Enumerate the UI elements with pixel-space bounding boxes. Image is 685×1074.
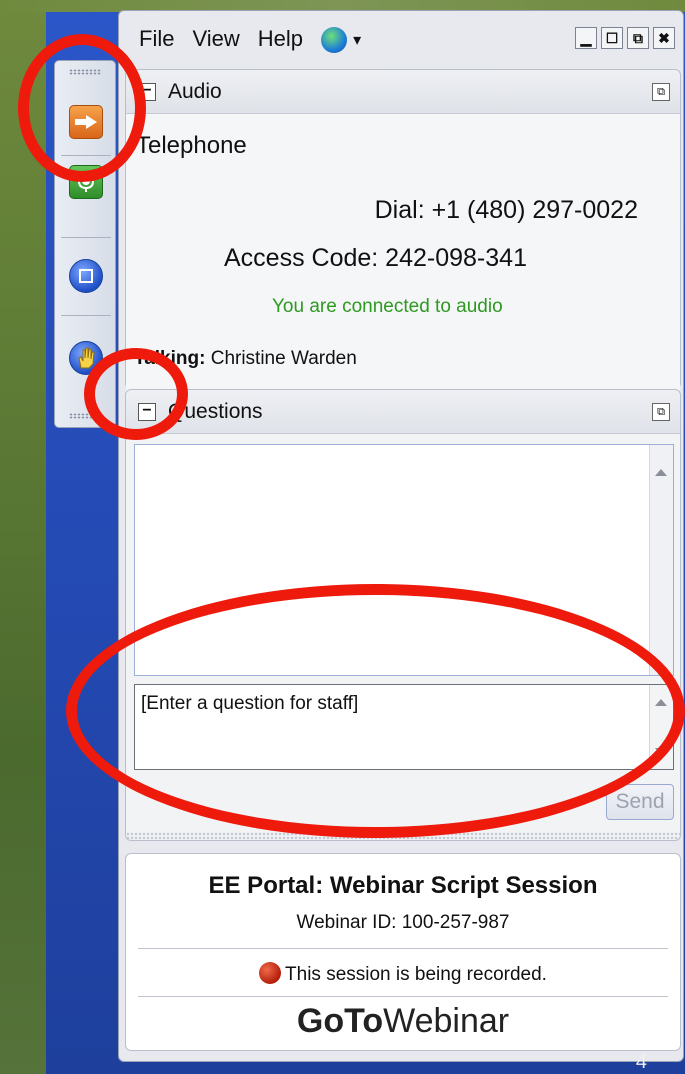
audio-pane-header: − Audio ⧉ bbox=[126, 70, 680, 114]
divider bbox=[138, 996, 668, 997]
menu-help[interactable]: Help bbox=[258, 26, 303, 52]
audio-status: You are connected to audio bbox=[272, 296, 503, 317]
recording-text: This session is being recorded. bbox=[285, 964, 547, 985]
access-code: Access Code: 242-098-341 bbox=[224, 244, 527, 272]
questions-popout-button[interactable]: ⧉ bbox=[652, 403, 670, 421]
audio-popout-button[interactable]: ⧉ bbox=[652, 83, 670, 101]
minimize-button[interactable]: ▁ bbox=[575, 27, 597, 49]
talking-name: Christine Warden bbox=[210, 348, 357, 369]
audio-pane-body: Telephone Dial: +1 (480) 297-0022 Access… bbox=[126, 114, 680, 410]
divider bbox=[138, 948, 668, 949]
menu-view[interactable]: View bbox=[192, 26, 239, 52]
gotowebinar-logo: GoToWebinar bbox=[126, 1002, 680, 1041]
audio-pane-title: Audio bbox=[168, 79, 222, 103]
language-menu[interactable]: ▾ bbox=[321, 25, 362, 53]
screen-icon bbox=[79, 269, 93, 283]
close-button[interactable]: ✖ bbox=[653, 27, 675, 49]
toolstrip-divider bbox=[61, 315, 111, 316]
logo-goto: GoTo bbox=[296, 1002, 384, 1040]
audio-mode-telephone[interactable]: Telephone bbox=[136, 132, 247, 160]
dial-number: Dial: +1 (480) 297-0022 bbox=[374, 196, 638, 224]
screen-view-button[interactable] bbox=[69, 259, 103, 293]
recording-icon bbox=[259, 962, 282, 984]
annotation-circle-collapse bbox=[84, 348, 188, 440]
recording-status: This session is being recorded. bbox=[126, 962, 680, 986]
annotation-circle-question-input bbox=[66, 584, 685, 838]
toolstrip-divider bbox=[61, 237, 111, 238]
restore-button[interactable]: ☐ bbox=[601, 27, 623, 49]
slide-page-number: 4 bbox=[635, 1051, 647, 1073]
popout-window-button[interactable]: ⧉ bbox=[627, 27, 649, 49]
questions-pane-header: − Questions ⧉ bbox=[126, 390, 680, 434]
webinar-id: Webinar ID: 100-257-987 bbox=[296, 912, 510, 933]
globe-icon bbox=[321, 26, 347, 53]
gotowebinar-control-panel: File View Help ▾ ▁ ☐ ⧉ ✖ − Audio ⧉ Telep… bbox=[118, 10, 684, 1062]
session-info: EE Portal: Webinar Script Session Webina… bbox=[125, 853, 681, 1051]
audio-pane: − Audio ⧉ Telephone Dial: +1 (480) 297-0… bbox=[125, 69, 681, 410]
chevron-down-icon: ▾ bbox=[353, 32, 362, 50]
scroll-up-icon[interactable] bbox=[655, 469, 667, 476]
logo-webinar: Webinar bbox=[383, 1002, 510, 1040]
annotation-circle-arrow bbox=[18, 34, 146, 182]
window-controls: ▁ ☐ ⧉ ✖ bbox=[575, 27, 675, 49]
menu-file[interactable]: File bbox=[139, 26, 174, 52]
session-title: EE Portal: Webinar Script Session bbox=[208, 872, 598, 899]
questions-log-scrollbar[interactable] bbox=[649, 445, 673, 675]
